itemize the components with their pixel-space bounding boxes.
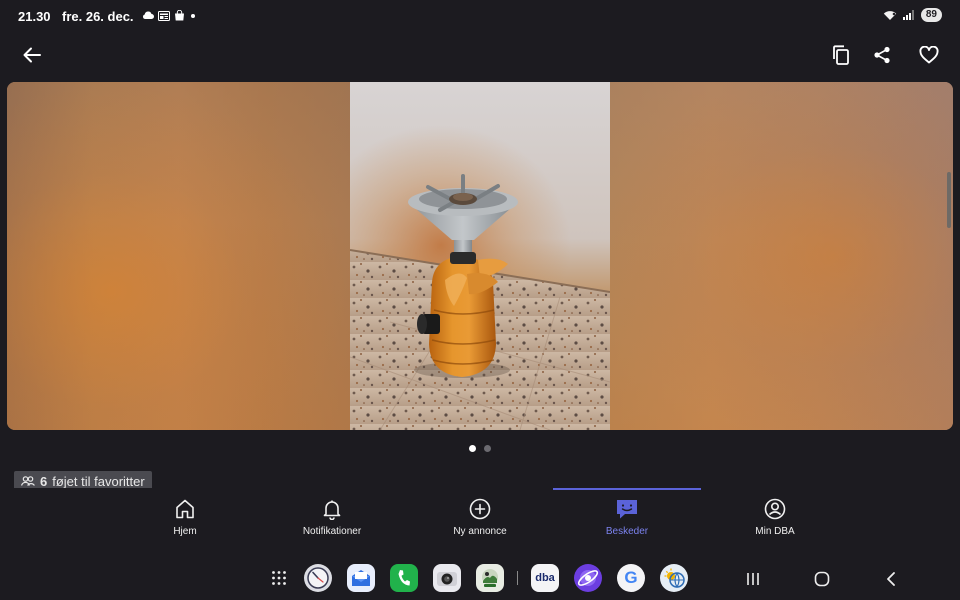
weather-app[interactable] bbox=[660, 564, 688, 592]
image-gallery[interactable] bbox=[7, 82, 953, 430]
chat-icon bbox=[617, 500, 637, 519]
clock-app[interactable] bbox=[304, 564, 332, 592]
nav-item-messages[interactable]: Beskeder bbox=[567, 498, 687, 537]
blurred-backdrop-right bbox=[610, 82, 953, 430]
blurred-backdrop-left bbox=[7, 82, 350, 430]
mail-app[interactable] bbox=[347, 564, 375, 592]
dba-app[interactable]: dba bbox=[531, 564, 559, 592]
scroll-indicator[interactable] bbox=[947, 172, 951, 228]
favorite-button[interactable] bbox=[915, 41, 943, 69]
app-screen: 21.30 fre. 26. dec. 89 6 føjet til favor… bbox=[0, 0, 960, 600]
battery-level: 89 bbox=[920, 8, 942, 22]
wifi-icon bbox=[883, 10, 897, 20]
dba-app-icon: dba bbox=[535, 572, 555, 584]
browser-app-icon bbox=[577, 570, 599, 586]
plus-circle-icon bbox=[469, 498, 491, 520]
google-app[interactable]: G bbox=[617, 564, 645, 592]
listing-photo[interactable] bbox=[350, 82, 610, 430]
nav-label-messages: Beskeder bbox=[605, 526, 649, 537]
gallery-pagination bbox=[0, 445, 960, 452]
browser-app[interactable] bbox=[574, 564, 602, 592]
cloud-icon bbox=[143, 11, 154, 19]
nav-label-my-dba: Min DBA bbox=[755, 526, 795, 537]
phone-app[interactable] bbox=[390, 564, 418, 592]
signal-icon bbox=[902, 10, 914, 20]
weather-app-icon bbox=[664, 568, 685, 589]
nav-label-new-listing: Ny annonce bbox=[453, 526, 507, 537]
gallery-app-icon bbox=[482, 569, 498, 587]
share-button[interactable] bbox=[868, 41, 896, 69]
top-app-bar bbox=[0, 36, 960, 76]
pagination-dot-2[interactable] bbox=[484, 445, 491, 452]
favorites-label: føjet til favoritter bbox=[52, 473, 145, 489]
status-time: 21.30 bbox=[18, 9, 51, 24]
camera-app-icon bbox=[437, 572, 457, 586]
gallery-app[interactable] bbox=[476, 564, 504, 592]
system-dock: dba G bbox=[0, 562, 960, 596]
nav-item-home[interactable]: Hjem bbox=[125, 498, 245, 537]
home-system-button[interactable] bbox=[811, 568, 833, 590]
back-system-button[interactable] bbox=[880, 568, 902, 590]
bell-icon bbox=[323, 500, 341, 520]
copy-icon bbox=[833, 45, 849, 65]
copy-button[interactable] bbox=[827, 41, 855, 69]
google-app-icon: G bbox=[624, 568, 638, 587]
home-circle-icon bbox=[814, 571, 830, 587]
recent-apps-icon bbox=[747, 573, 759, 585]
share-icon bbox=[874, 46, 890, 64]
news-icon bbox=[158, 10, 170, 21]
mail-app-icon bbox=[352, 570, 370, 586]
favorites-count: 6 bbox=[40, 473, 48, 489]
gas-stove-photo bbox=[350, 82, 610, 430]
arrow-left-icon bbox=[23, 47, 41, 63]
clock-app-icon bbox=[307, 567, 329, 589]
status-system-icons: 89 bbox=[883, 8, 942, 22]
people-icon bbox=[21, 476, 35, 486]
bag-icon bbox=[175, 10, 184, 21]
favorites-badge: 6 føjet til favoritter bbox=[14, 471, 152, 489]
nav-label-home: Hjem bbox=[173, 526, 197, 537]
back-button[interactable] bbox=[18, 41, 46, 69]
nav-label-notifications: Notifikationer bbox=[302, 526, 362, 537]
nav-item-my-dba[interactable]: Min DBA bbox=[715, 498, 835, 537]
nav-item-new-listing[interactable]: Ny annonce bbox=[420, 498, 540, 537]
camera-app[interactable] bbox=[433, 564, 461, 592]
recent-apps-button[interactable] bbox=[742, 568, 764, 590]
active-tab-indicator bbox=[553, 488, 701, 490]
dot-icon bbox=[191, 13, 195, 18]
pagination-dot-1[interactable] bbox=[469, 445, 476, 452]
status-notification-icons bbox=[142, 10, 197, 21]
nav-item-notifications[interactable]: Notifikationer bbox=[272, 498, 392, 537]
status-bar: 21.30 fre. 26. dec. 89 bbox=[0, 0, 960, 32]
dock-separator bbox=[517, 571, 518, 585]
phone-app-icon bbox=[398, 570, 410, 586]
chevron-left-icon bbox=[887, 572, 895, 586]
app-drawer-button[interactable] bbox=[265, 564, 293, 592]
heart-icon bbox=[919, 46, 939, 64]
profile-icon bbox=[764, 498, 786, 520]
app-drawer-icon bbox=[272, 571, 286, 585]
home-icon bbox=[176, 499, 194, 519]
status-date: fre. 26. dec. bbox=[62, 9, 134, 24]
bottom-navigation: Hjem Notifikationer Ny annonce Beskeder … bbox=[0, 488, 960, 550]
